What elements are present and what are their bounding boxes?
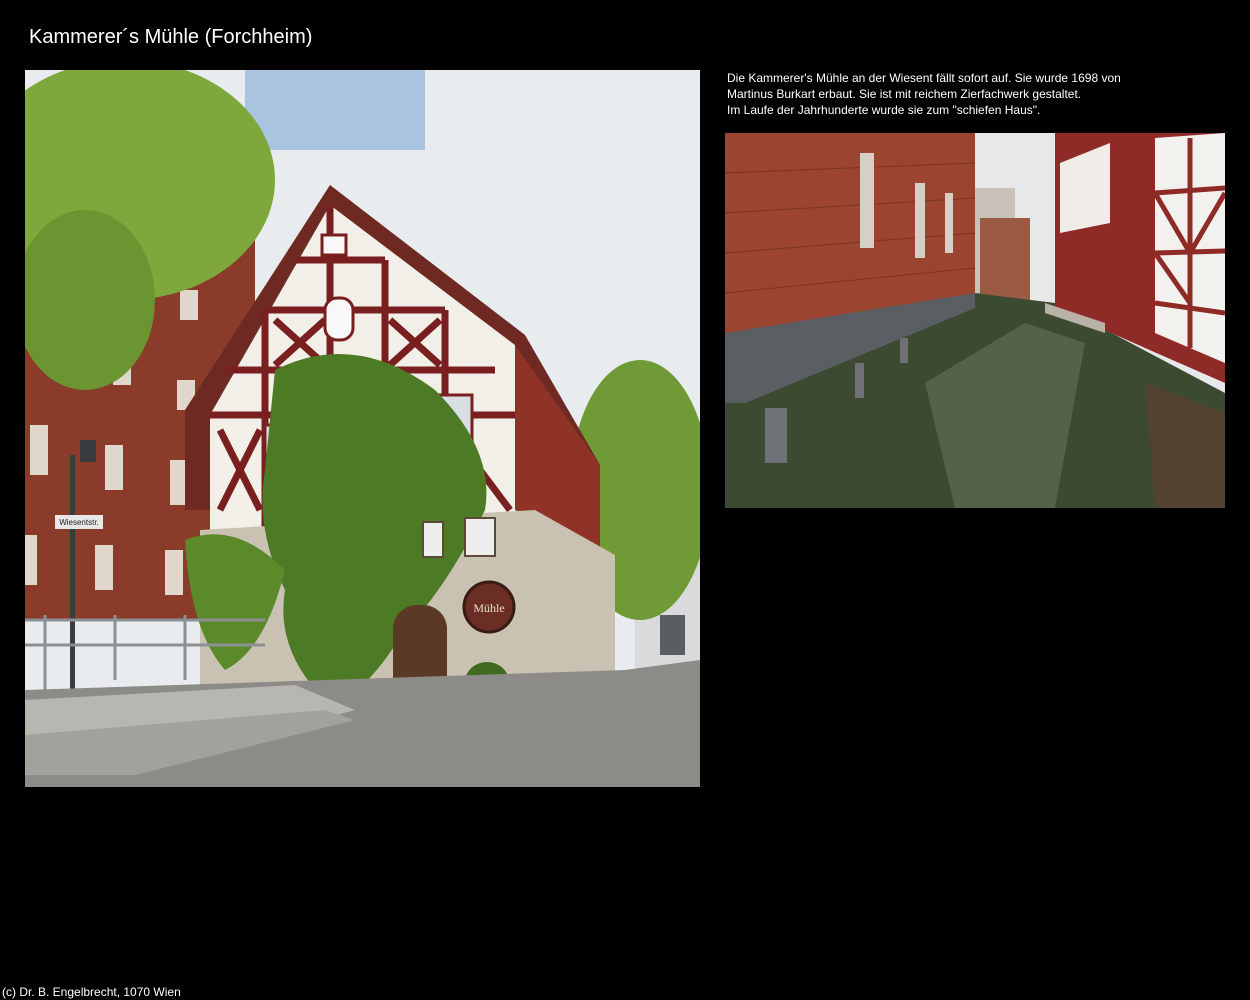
description: Die Kammerer's Mühle an der Wiesent fäll…	[727, 70, 1227, 118]
description-line: Die Kammerer's Mühle an der Wiesent fäll…	[727, 71, 1121, 85]
description-line: Im Laufe der Jahrhunderte wurde sie zum …	[727, 103, 1041, 117]
mill-building-illustration: Mühle Wiesentstr.	[25, 70, 700, 787]
mill-building-photo[interactable]: Mühle Wiesentstr.	[25, 70, 700, 787]
canal-illustration	[725, 133, 1225, 508]
street-sign: Wiesentstr.	[59, 518, 99, 527]
page-title: Kammerer´s Mühle (Forchheim)	[29, 26, 313, 48]
description-line: Martinus Burkart erbaut. Sie ist mit rei…	[727, 87, 1082, 101]
mill-sign: Mühle	[473, 601, 504, 615]
copyright: (c) Dr. B. Engelbrecht, 1070 Wien	[2, 985, 181, 999]
canal-photo[interactable]	[725, 133, 1225, 508]
